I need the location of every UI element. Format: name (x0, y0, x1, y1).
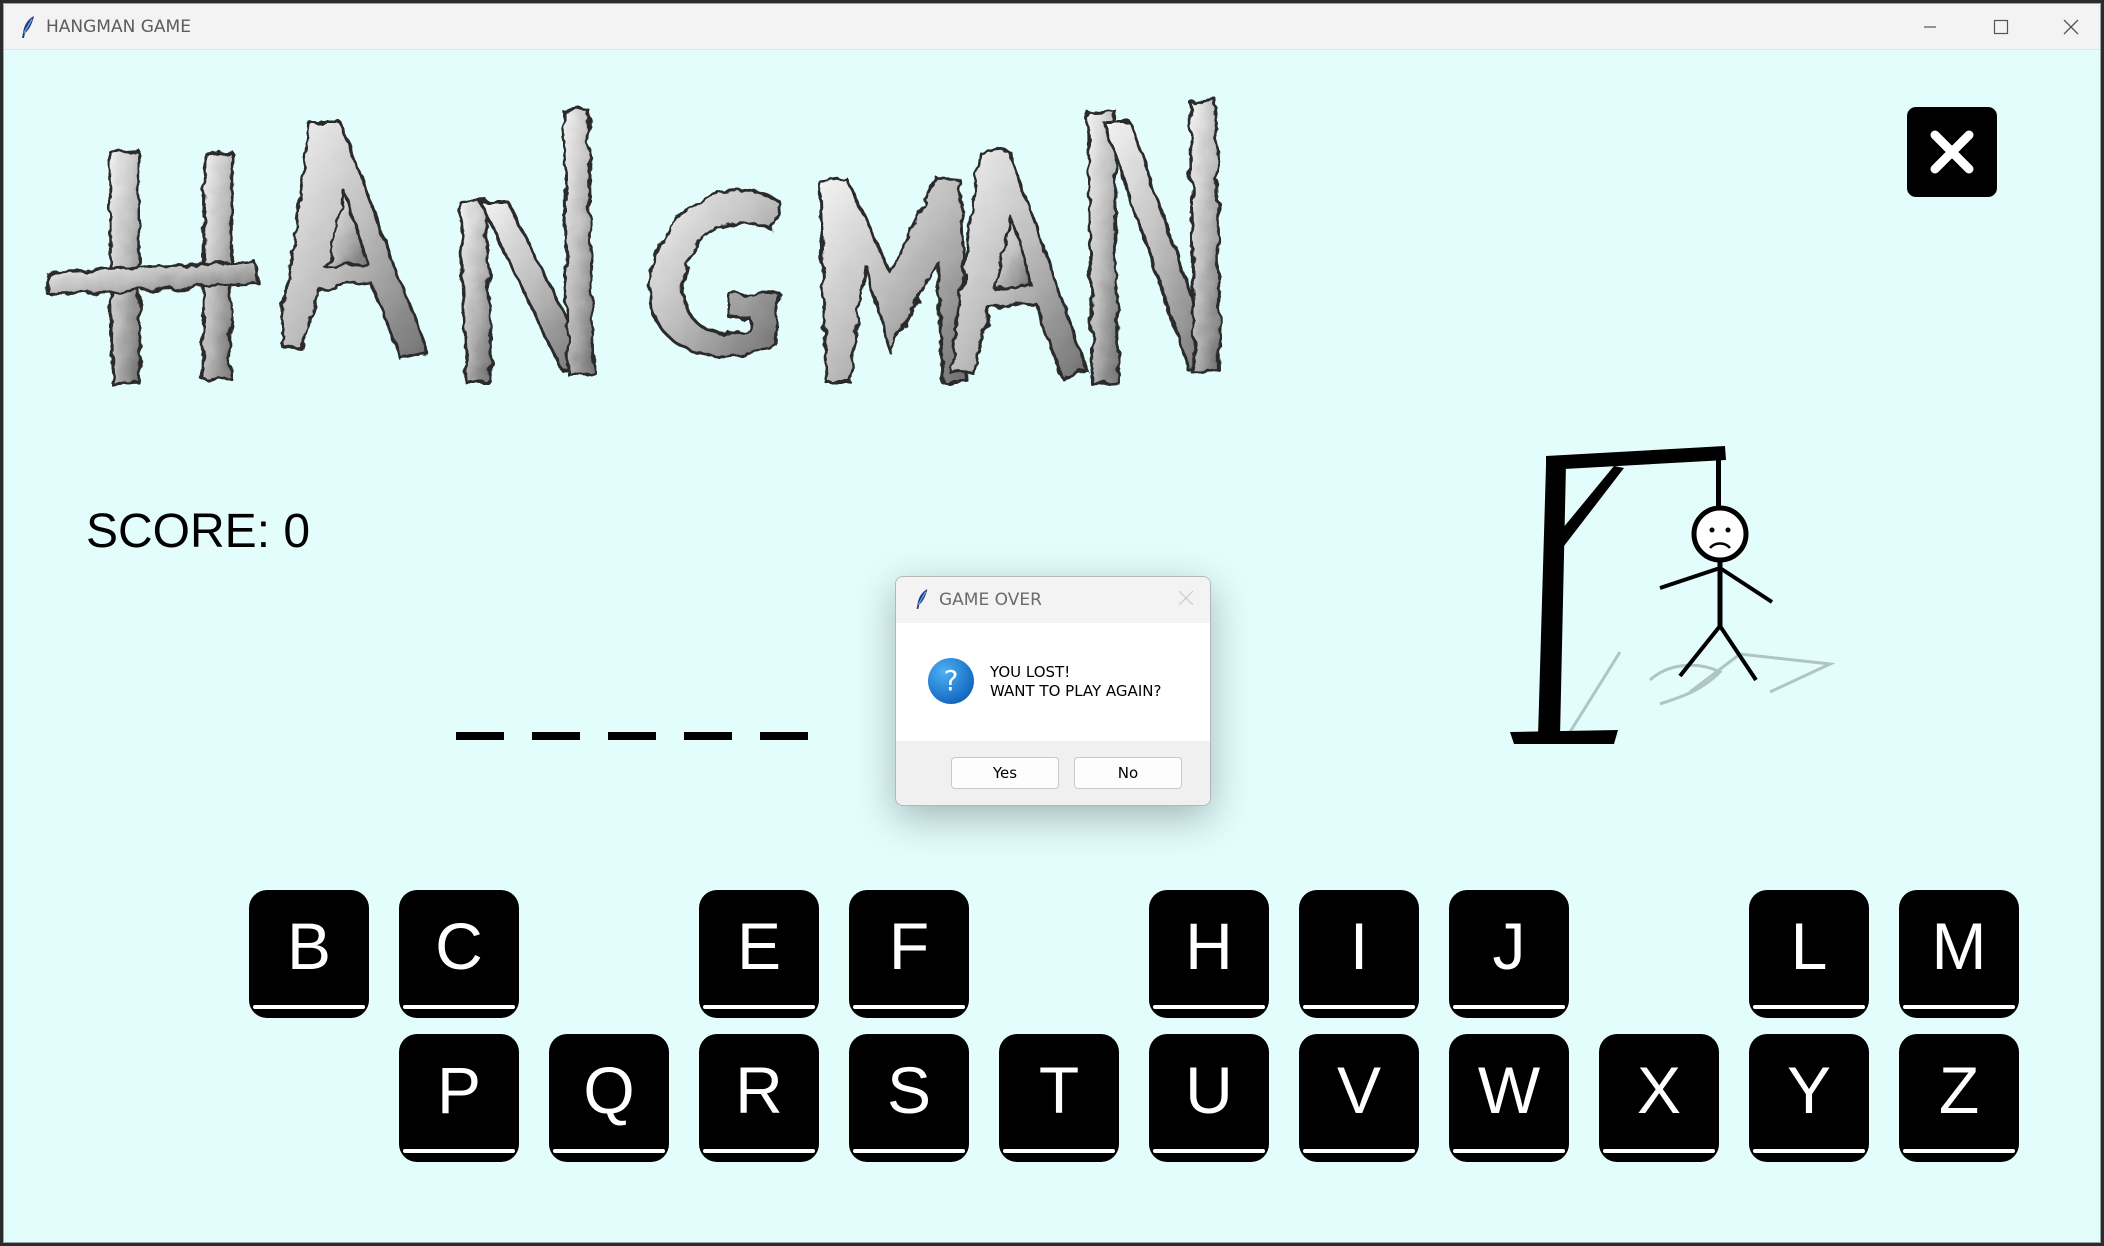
key-t[interactable]: T (999, 1034, 1119, 1162)
key-l[interactable]: L (1749, 890, 1869, 1018)
key-s[interactable]: S (849, 1034, 969, 1162)
feather-icon (22, 16, 34, 38)
key-j[interactable]: J (1449, 890, 1569, 1018)
key-label: L (1790, 909, 1828, 983)
key-label: W (1477, 1053, 1541, 1127)
maximize-icon (1993, 19, 2009, 34)
key-label: B (286, 909, 332, 983)
key-label: M (1931, 909, 1987, 983)
key-z[interactable]: Z (1899, 1034, 2019, 1162)
dialog-title-bar[interactable]: GAME OVER (896, 577, 1210, 623)
key-label: S (886, 1053, 932, 1127)
key-v[interactable]: V (1299, 1034, 1419, 1162)
score-label: SCORE: 0 (86, 505, 311, 558)
key-i[interactable]: I (1299, 890, 1419, 1018)
question-icon: ? (928, 658, 974, 704)
key-label: V (1336, 1053, 1382, 1127)
app-window: HANGMAN GAME SCORE: 0 B C E F H I J L M … (3, 3, 2101, 1243)
dialog-title: GAME OVER (939, 590, 1042, 610)
key-f[interactable]: F (849, 890, 969, 1018)
no-button[interactable]: No (1074, 757, 1182, 789)
title-bar[interactable]: HANGMAN GAME (4, 4, 2100, 50)
key-w[interactable]: W (1449, 1034, 1569, 1162)
key-x[interactable]: X (1599, 1034, 1719, 1162)
minimize-button[interactable] (1896, 4, 1964, 49)
close-game-button[interactable] (1907, 107, 1997, 197)
close-window-button[interactable] (2037, 4, 2100, 49)
letter-blank (532, 732, 580, 740)
minimize-icon (1924, 25, 1936, 28)
key-c[interactable]: C (399, 890, 519, 1018)
key-label: U (1185, 1053, 1233, 1127)
key-label: X (1636, 1053, 1682, 1127)
key-m[interactable]: M (1899, 890, 2019, 1018)
letter-blank (608, 732, 656, 740)
maximize-button[interactable] (1967, 4, 2035, 49)
key-q[interactable]: Q (549, 1034, 669, 1162)
letter-blank (760, 732, 808, 740)
key-label: R (735, 1053, 783, 1127)
key-p[interactable]: P (399, 1034, 519, 1162)
dialog-message-line2: WANT TO PLAY AGAIN? (990, 682, 1162, 700)
game-over-dialog: GAME OVER ? YOU LOST! WANT TO PLAY AGAIN… (895, 576, 1211, 806)
letter-blank (684, 732, 732, 740)
key-label: Z (1938, 1053, 1980, 1127)
key-label: Y (1786, 1053, 1832, 1127)
key-label: T (1038, 1053, 1080, 1127)
key-label: P (436, 1053, 482, 1127)
key-label: I (1349, 909, 1369, 983)
key-e[interactable]: E (699, 890, 819, 1018)
close-icon (2063, 19, 2079, 34)
key-label: C (435, 909, 483, 983)
letter-blank (456, 732, 504, 740)
key-r[interactable]: R (699, 1034, 819, 1162)
key-h[interactable]: H (1149, 890, 1269, 1018)
key-label: J (1492, 909, 1526, 983)
window-title: HANGMAN GAME (46, 17, 191, 37)
close-icon[interactable] (1176, 588, 1196, 608)
key-label: H (1185, 909, 1233, 983)
close-icon (1930, 130, 1974, 174)
key-label: E (736, 909, 782, 983)
dialog-message-line1: YOU LOST! (990, 663, 1071, 681)
hangman-drawing (1510, 446, 1836, 744)
key-b[interactable]: B (249, 890, 369, 1018)
key-label: F (888, 909, 930, 983)
key-u[interactable]: U (1149, 1034, 1269, 1162)
svg-text:?: ? (944, 664, 959, 697)
key-label: Q (583, 1053, 635, 1127)
hangman-logo (43, 98, 1222, 386)
word-blanks (456, 732, 808, 740)
key-y[interactable]: Y (1749, 1034, 1869, 1162)
feather-icon (916, 589, 928, 609)
yes-button[interactable]: Yes (951, 757, 1059, 789)
